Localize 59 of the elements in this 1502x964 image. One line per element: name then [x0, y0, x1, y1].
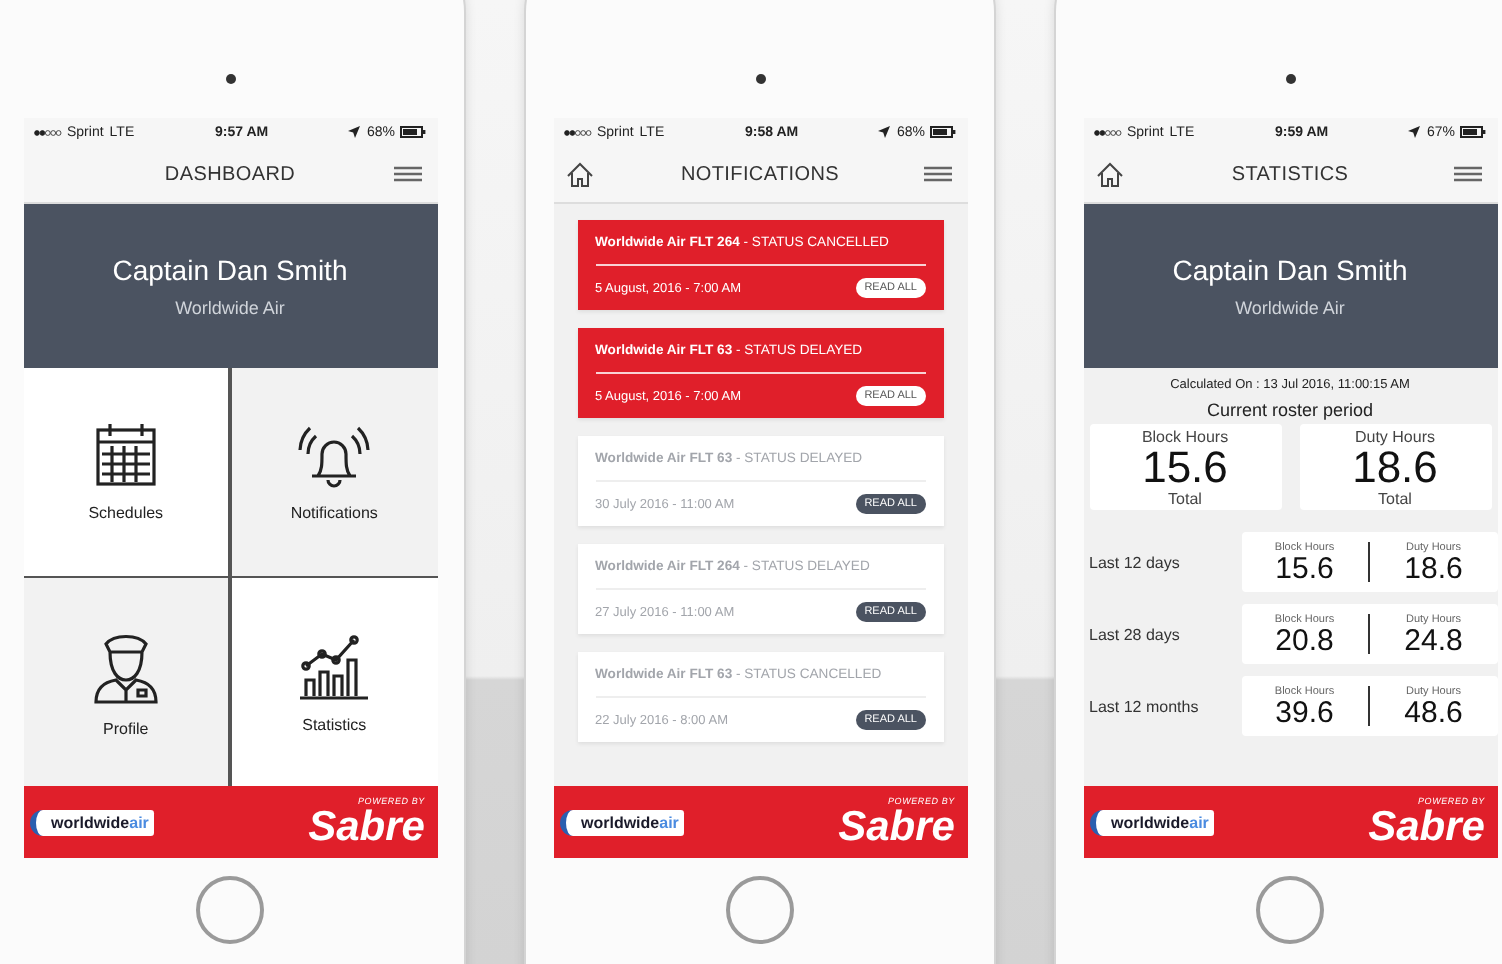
total-label: Duty Hours: [1354, 428, 1435, 446]
pilot-name: Captain Dan Smith: [1172, 254, 1408, 286]
brand-logo: Sabre: [1368, 806, 1485, 848]
pilot-name: Captain Dan Smith: [112, 254, 348, 286]
home-button[interactable]: [196, 876, 264, 944]
signal-icon: [33, 129, 61, 135]
battery-icon: [400, 126, 427, 138]
chart-icon: [298, 631, 371, 700]
home-icon[interactable]: [1095, 161, 1123, 187]
airline-name: Worldwide Air: [1235, 298, 1345, 318]
battery-icon: [930, 126, 957, 138]
period-label: Last 12 months: [1089, 697, 1199, 715]
dashboard-tile[interactable]: Notifications: [231, 368, 437, 576]
tile-label: Schedules: [88, 504, 164, 523]
home-icon[interactable]: [565, 161, 593, 187]
screen-title: NOTIFICATIONS: [680, 163, 840, 185]
camera-dot: [755, 74, 765, 84]
hours-value: 24.8: [1404, 625, 1463, 655]
hours-value: 15.6: [1275, 553, 1334, 583]
total-value: 15.6: [1142, 446, 1228, 490]
total-caption: Total: [1168, 490, 1202, 508]
battery-icon: [1460, 126, 1487, 138]
dashboard-tile[interactable]: Schedules: [23, 368, 229, 576]
dashboard-tile[interactable]: Profile: [23, 578, 229, 786]
screen-title: STATISTICS: [1231, 163, 1349, 185]
hours-value: 20.8: [1275, 625, 1334, 655]
menu-icon[interactable]: [923, 166, 951, 182]
tile-label: Statistics: [302, 715, 367, 734]
location-arrow-icon: [878, 126, 891, 138]
hours-value: 18.6: [1404, 553, 1463, 583]
total-value: 18.6: [1352, 446, 1438, 490]
period-heading: Current roster period: [1204, 400, 1376, 420]
airline-logo: worldwideair: [559, 809, 685, 835]
brand-logo: Sabre: [838, 806, 955, 848]
airline-logo: worldwideair: [29, 809, 155, 835]
brand-logo: Sabre: [308, 806, 425, 848]
location-arrow-icon: [348, 126, 361, 138]
airline-logo: worldwideair: [1089, 809, 1215, 835]
location-arrow-icon: [1408, 126, 1421, 138]
camera-dot: [1285, 74, 1295, 84]
menu-icon[interactable]: [393, 166, 421, 182]
tile-label: Notifications: [290, 504, 378, 523]
camera-dot: [225, 74, 235, 84]
airline-name: Worldwide Air: [175, 298, 285, 318]
total-caption: Total: [1378, 490, 1412, 508]
period-label: Last 28 days: [1089, 625, 1180, 643]
hours-value: 39.6: [1275, 697, 1334, 727]
period-label: Last 12 days: [1089, 553, 1180, 571]
dashboard-tile[interactable]: Statistics: [231, 578, 437, 786]
signal-icon: [563, 129, 591, 135]
calendar-icon: [91, 420, 160, 489]
total-label: Block Hours: [1141, 428, 1229, 446]
hours-value: 48.6: [1404, 697, 1463, 727]
menu-icon[interactable]: [1453, 166, 1481, 182]
home-button[interactable]: [1256, 876, 1324, 944]
tile-label: Profile: [103, 719, 149, 738]
signal-icon: [1093, 129, 1121, 135]
screen-title: DASHBOARD: [164, 163, 296, 185]
home-button[interactable]: [726, 876, 794, 944]
